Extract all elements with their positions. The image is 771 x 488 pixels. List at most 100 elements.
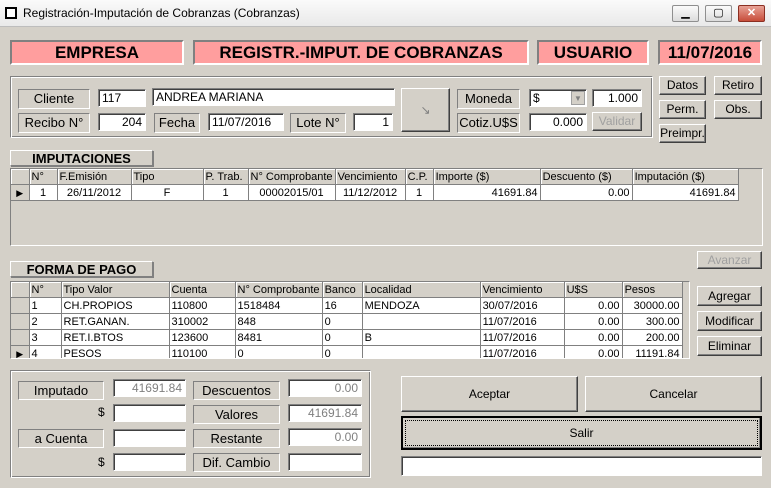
moneda-select[interactable]: $ ▼ bbox=[529, 89, 587, 107]
table-cell[interactable]: 0.00 bbox=[564, 297, 623, 314]
imputado-usd-input[interactable] bbox=[113, 404, 186, 422]
table-cell[interactable]: F bbox=[131, 184, 204, 201]
cliente-name-input[interactable]: ANDREA MARIANA bbox=[152, 88, 395, 106]
search-client-button[interactable]: ↘ bbox=[401, 88, 450, 132]
col-header[interactable]: N° bbox=[29, 169, 58, 185]
table-cell[interactable]: 2 bbox=[29, 313, 62, 330]
cancelar-button[interactable]: Cancelar bbox=[585, 376, 762, 412]
table-cell[interactable]: 0 bbox=[322, 329, 363, 346]
acuenta-input[interactable] bbox=[113, 429, 186, 447]
cliente-code-input[interactable]: 117 bbox=[98, 89, 146, 107]
col-header[interactable]: Localidad bbox=[362, 282, 481, 298]
col-header[interactable]: C.P. bbox=[405, 169, 434, 185]
table-cell[interactable]: 0.00 bbox=[564, 329, 623, 346]
table-row[interactable]: 2 RET.GANAN. 310002 848 0 11/07/2016 0.0… bbox=[11, 313, 683, 330]
validar-button[interactable]: Validar bbox=[592, 112, 642, 131]
close-button[interactable]: ✕ bbox=[738, 5, 765, 22]
perm-button[interactable]: Perm. bbox=[659, 100, 706, 119]
col-header[interactable]: N° Comprobante bbox=[248, 169, 336, 185]
datos-button[interactable]: Datos bbox=[659, 76, 706, 95]
cotiz-input[interactable]: 0.000 bbox=[529, 113, 587, 131]
salir-button[interactable]: Salir bbox=[401, 416, 762, 450]
table-cell[interactable]: 11/07/2016 bbox=[480, 345, 565, 358]
table-cell[interactable]: 11191.84 bbox=[622, 345, 683, 358]
table-cell[interactable]: 26/11/2012 bbox=[57, 184, 132, 201]
agregar-button[interactable]: Agregar bbox=[697, 286, 762, 306]
restante-input[interactable]: 0.00 bbox=[288, 428, 362, 446]
table-cell[interactable]: 310002 bbox=[169, 313, 236, 330]
table-cell[interactable]: 110100 bbox=[169, 345, 236, 358]
table-cell[interactable]: 1 bbox=[29, 297, 62, 314]
table-cell[interactable]: 123600 bbox=[169, 329, 236, 346]
table-cell[interactable]: 30/07/2016 bbox=[480, 297, 565, 314]
col-header[interactable]: Imputación ($) bbox=[632, 169, 739, 185]
table-cell[interactable]: 1518484 bbox=[235, 297, 323, 314]
table-cell[interactable]: 41691.84 bbox=[433, 184, 541, 201]
col-header[interactable]: N° Comprobante bbox=[235, 282, 323, 298]
col-header[interactable]: Vencimiento bbox=[480, 282, 565, 298]
modificar-button[interactable]: Modificar bbox=[697, 311, 762, 331]
preimpr-button[interactable]: Preimpr. bbox=[659, 124, 706, 143]
table-row[interactable]: ▶ 4 PESOS 110100 0 0 11/07/2016 0.00 111… bbox=[11, 345, 683, 358]
col-header[interactable]: Tipo bbox=[131, 169, 204, 185]
table-row[interactable]: ▶ 1 26/11/2012 F 1 00002015/01 11/12/201… bbox=[11, 184, 739, 201]
col-header[interactable]: Descuento ($) bbox=[540, 169, 633, 185]
table-row[interactable]: 1 CH.PROPIOS 110800 1518484 16 MENDOZA 3… bbox=[11, 297, 683, 314]
table-cell[interactable]: 200.00 bbox=[622, 329, 683, 346]
table-cell[interactable]: 11/12/2012 bbox=[335, 184, 406, 201]
table-cell[interactable]: 8481 bbox=[235, 329, 323, 346]
difcambio-input[interactable] bbox=[288, 453, 362, 471]
col-header[interactable]: P. Trab. bbox=[203, 169, 249, 185]
table-cell[interactable]: 1 bbox=[203, 184, 249, 201]
chevron-down-icon[interactable]: ▼ bbox=[571, 91, 585, 105]
col-header[interactable]: Importe ($) bbox=[433, 169, 541, 185]
imputado-input[interactable]: 41691.84 bbox=[113, 379, 186, 397]
table-cell[interactable]: 0.00 bbox=[564, 345, 623, 358]
table-cell[interactable]: 1 bbox=[405, 184, 434, 201]
table-cell[interactable]: 110800 bbox=[169, 297, 236, 314]
aceptar-button[interactable]: Aceptar bbox=[401, 376, 578, 412]
acuenta-usd-input[interactable] bbox=[113, 453, 186, 471]
table-cell[interactable] bbox=[362, 345, 481, 358]
valores-input[interactable]: 41691.84 bbox=[288, 404, 362, 422]
descuentos-input[interactable]: 0.00 bbox=[288, 379, 362, 397]
col-header[interactable]: Pesos bbox=[622, 282, 683, 298]
table-cell[interactable]: 0 bbox=[235, 345, 323, 358]
table-cell[interactable]: 0 bbox=[322, 345, 363, 358]
avanzar-button[interactable]: Avanzar bbox=[697, 251, 762, 269]
table-cell[interactable]: 00002015/01 bbox=[248, 184, 336, 201]
table-cell[interactable]: CH.PROPIOS bbox=[61, 297, 170, 314]
table-cell[interactable]: 0.00 bbox=[564, 313, 623, 330]
table-cell[interactable]: 16 bbox=[322, 297, 363, 314]
col-header[interactable]: Vencimiento bbox=[335, 169, 406, 185]
col-header[interactable]: N° bbox=[29, 282, 62, 298]
col-header[interactable]: F.Emisión bbox=[57, 169, 132, 185]
obs-button[interactable]: Obs. bbox=[714, 100, 762, 119]
table-cell[interactable]: 41691.84 bbox=[632, 184, 739, 201]
table-cell[interactable]: 11/07/2016 bbox=[480, 313, 565, 330]
table-cell[interactable]: 0 bbox=[322, 313, 363, 330]
table-cell[interactable]: B bbox=[362, 329, 481, 346]
table-cell[interactable]: MENDOZA bbox=[362, 297, 481, 314]
table-cell[interactable]: 848 bbox=[235, 313, 323, 330]
minimize-button[interactable]: ▁ bbox=[672, 5, 699, 22]
fecha-input[interactable]: 11/07/2016 bbox=[208, 113, 284, 131]
table-cell[interactable]: RET.I.BTOS bbox=[61, 329, 170, 346]
col-header[interactable]: Tipo Valor bbox=[61, 282, 170, 298]
table-cell[interactable]: PESOS bbox=[61, 345, 170, 358]
moneda-rate-input[interactable]: 1.000 bbox=[592, 89, 642, 107]
table-cell[interactable]: 11/07/2016 bbox=[480, 329, 565, 346]
col-header[interactable]: Banco bbox=[322, 282, 363, 298]
eliminar-button[interactable]: Eliminar bbox=[697, 336, 762, 356]
table-cell[interactable] bbox=[362, 313, 481, 330]
col-header[interactable]: U$S bbox=[564, 282, 623, 298]
table-cell[interactable]: 300.00 bbox=[622, 313, 683, 330]
col-header[interactable]: Cuenta bbox=[169, 282, 236, 298]
maximize-button[interactable]: ▢ bbox=[705, 5, 732, 22]
lote-input[interactable]: 1 bbox=[353, 113, 393, 131]
table-cell[interactable]: 30000.00 bbox=[622, 297, 683, 314]
table-cell[interactable]: RET.GANAN. bbox=[61, 313, 170, 330]
table-row[interactable]: 3 RET.I.BTOS 123600 8481 0 B 11/07/2016 … bbox=[11, 329, 683, 346]
retiro-button[interactable]: Retiro bbox=[714, 76, 762, 95]
recibo-input[interactable]: 204 bbox=[98, 113, 146, 131]
